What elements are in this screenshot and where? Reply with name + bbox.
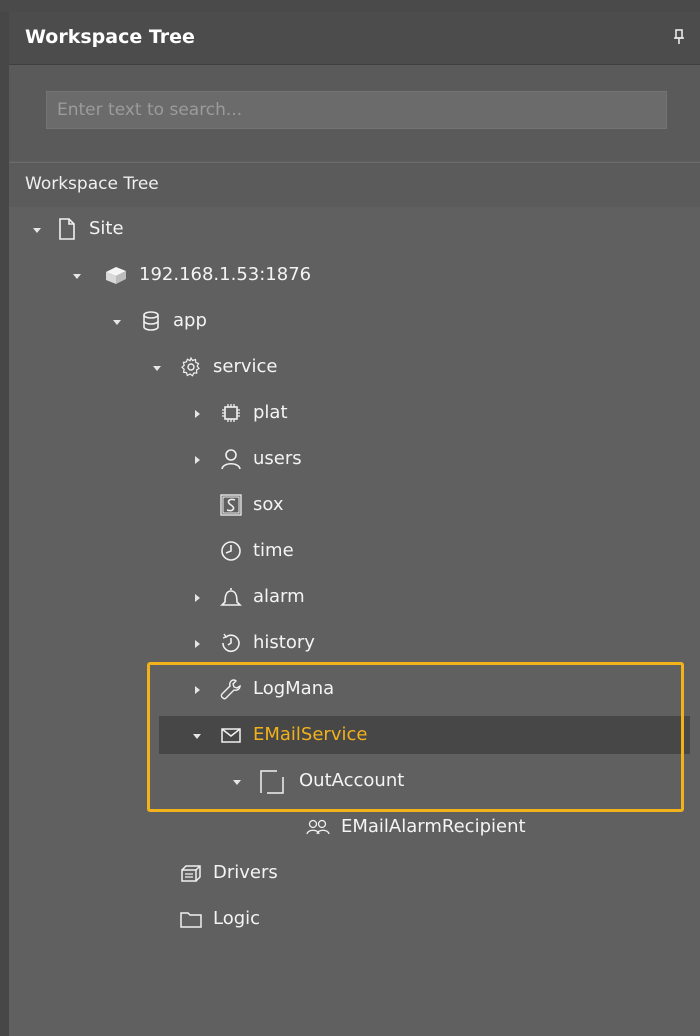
tree-header: Workspace Tree — [9, 162, 700, 207]
folder-icon — [179, 907, 203, 931]
tree-item-outaccount[interactable]: OutAccount — [9, 762, 700, 800]
tree-item-label: users — [253, 448, 302, 469]
recipients-icon — [305, 815, 330, 839]
expanded-arrow-icon[interactable] — [151, 362, 163, 374]
collapsed-arrow-icon[interactable] — [191, 592, 203, 604]
tree-item-label: service — [213, 356, 278, 377]
tree-item-label: time — [253, 540, 294, 561]
bell-icon — [219, 585, 243, 609]
component-icon — [259, 769, 284, 794]
user-icon — [219, 447, 243, 471]
envelope-icon — [219, 723, 243, 747]
tree-item-label: OutAccount — [299, 770, 405, 791]
search-input[interactable] — [46, 91, 667, 129]
tree-item-history[interactable]: history — [9, 624, 700, 662]
pin-icon[interactable] — [672, 28, 686, 46]
tree-item-site[interactable]: Site — [9, 210, 700, 248]
tree-item-label: EMailAlarmRecipient — [341, 816, 526, 837]
expanded-arrow-icon[interactable] — [71, 270, 83, 282]
collapsed-arrow-icon[interactable] — [191, 454, 203, 466]
tree-item-label: alarm — [253, 586, 305, 607]
tree-item-alarm[interactable]: alarm — [9, 578, 700, 616]
wrench-icon — [219, 677, 243, 701]
tree-item-service[interactable]: service — [9, 348, 700, 386]
tree-item-plat[interactable]: plat — [9, 394, 700, 432]
collapsed-arrow-icon[interactable] — [191, 408, 203, 420]
expanded-arrow-icon[interactable] — [111, 316, 123, 328]
tree-item-emailalarmrecipient[interactable]: EMailAlarmRecipient — [9, 808, 700, 846]
tree-item-label: EMailService — [253, 724, 368, 745]
search-area — [9, 65, 700, 161]
workspace-tree-panel: Workspace Tree Workspace Tree — [9, 12, 700, 1036]
panel-title: Workspace Tree — [25, 26, 195, 48]
panel-titlebar: Workspace Tree — [9, 12, 700, 65]
history-icon — [219, 631, 243, 655]
page-icon — [55, 217, 79, 241]
tree-item-label: LogMana — [253, 678, 335, 699]
tree-item-device[interactable]: 192.168.1.53:1876 — [9, 256, 700, 294]
tree-item-label: Logic — [213, 908, 261, 929]
tree-item-logic[interactable]: Logic — [9, 900, 700, 938]
tree-item-label: Site — [89, 218, 124, 239]
tree-item-time[interactable]: time — [9, 532, 700, 570]
device-icon — [103, 263, 127, 287]
tree-item-sox[interactable]: sox — [9, 486, 700, 524]
app-window: Workspace Tree Workspace Tree — [0, 0, 700, 1036]
chip-icon — [219, 401, 243, 425]
tree-header-label: Workspace Tree — [25, 174, 159, 194]
expanded-arrow-icon[interactable] — [191, 730, 203, 742]
tree-item-label: app — [173, 310, 207, 331]
left-edge — [0, 0, 9, 1036]
tree-item-label: plat — [253, 402, 288, 423]
clock-icon — [219, 539, 243, 563]
drivers-icon — [179, 861, 203, 885]
gear-icon — [179, 355, 203, 379]
tree-item-users[interactable]: users — [9, 440, 700, 478]
database-icon — [139, 309, 163, 333]
top-edge — [0, 0, 700, 12]
tree-item-app[interactable]: app — [9, 302, 700, 340]
expanded-arrow-icon[interactable] — [231, 776, 243, 788]
collapsed-arrow-icon[interactable] — [191, 684, 203, 696]
expanded-arrow-icon[interactable] — [31, 224, 43, 236]
tree-item-label: history — [253, 632, 315, 653]
tree-item-label: sox — [253, 494, 284, 515]
tree-item-label: Drivers — [213, 862, 278, 883]
sox-icon — [219, 493, 243, 517]
tree-item-emailservice[interactable]: EMailService — [159, 716, 690, 754]
tree-item-drivers[interactable]: Drivers — [9, 854, 700, 892]
tree-item-label: 192.168.1.53:1876 — [139, 264, 312, 285]
tree-item-logmana[interactable]: LogMana — [9, 670, 700, 708]
collapsed-arrow-icon[interactable] — [191, 638, 203, 650]
